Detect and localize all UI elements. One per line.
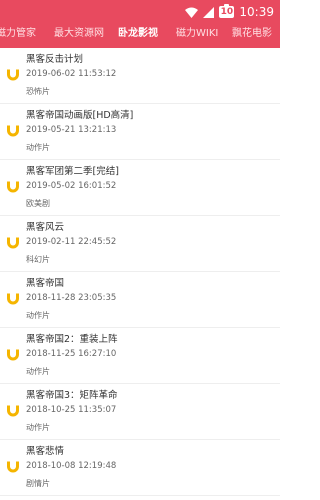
list-item[interactable]: 黑客军团第二季[完结] 2019-05-02 16:01:52 欧美剧 (0, 160, 280, 216)
item-title: 黑客帝国 (26, 278, 65, 289)
magnet-icon (7, 179, 19, 193)
list-item[interactable]: 黑客悲情 2018-10-08 12:19:48 剧情片 (0, 440, 280, 496)
tab-max-resource[interactable]: 最大资源网 (54, 24, 104, 48)
list-item[interactable]: 黑客帝国3：矩阵革命 2018-10-25 11:35:07 动作片 (0, 384, 280, 440)
item-genre: 欧美剧 (26, 199, 50, 208)
list-item[interactable]: 黑客反击计划 2019-06-02 11:53:12 恐怖片 (0, 48, 280, 104)
item-genre: 动作片 (26, 367, 50, 376)
item-genre: 动作片 (26, 423, 50, 432)
magnet-icon (7, 123, 19, 137)
item-title: 黑客帝国2：重装上阵 (26, 334, 118, 345)
magnet-icon (7, 459, 19, 473)
item-title: 黑客军团第二季[完结] (26, 166, 119, 177)
tab-magnet-wiki[interactable]: 磁力WIKI (176, 24, 218, 48)
magnet-icon (7, 67, 19, 81)
item-date: 2018-10-08 12:19:48 (26, 461, 117, 471)
tab-wolong-video[interactable]: 卧龙影视 (118, 24, 158, 48)
magnet-icon (7, 347, 19, 361)
item-date: 2018-11-25 16:27:10 (26, 349, 117, 359)
list-item[interactable]: 黑客帝国 2018-11-28 23:05:35 动作片 (0, 272, 280, 328)
list-item[interactable]: 黑客帝国动画版[HD高清] 2019-05-21 13:21:13 动作片 (0, 104, 280, 160)
item-title: 黑客帝国3：矩阵革命 (26, 390, 118, 401)
status-bar: 10 10:39 (0, 0, 280, 24)
result-list: 黑客反击计划 2019-06-02 11:53:12 恐怖片 黑客帝国动画版[H… (0, 48, 280, 500)
battery-level: 10 (220, 7, 234, 17)
item-title: 黑客反击计划 (26, 54, 84, 65)
item-genre: 剧情片 (26, 479, 50, 488)
tab-bar: 磁力管家 最大资源网 卧龙影视 磁力WIKI 飘花电影 (0, 24, 280, 48)
item-genre: 恐怖片 (26, 87, 50, 96)
list-item[interactable]: 黑客风云 2019-02-11 22:45:52 科幻片 (0, 216, 280, 272)
item-date: 2019-05-21 13:21:13 (26, 125, 117, 135)
magnet-icon (7, 291, 19, 305)
status-time: 10:39 (239, 5, 274, 19)
item-date: 2018-11-28 23:05:35 (26, 293, 117, 303)
battery-icon: 10 (219, 4, 235, 18)
signal-icon (203, 6, 215, 18)
item-title: 黑客悲情 (26, 446, 65, 457)
item-title: 黑客帝国动画版[HD高清] (26, 110, 134, 121)
item-title: 黑客风云 (26, 222, 65, 233)
magnet-icon (7, 403, 19, 417)
tab-magnet-manager[interactable]: 磁力管家 (0, 24, 36, 48)
item-genre: 科幻片 (26, 255, 50, 264)
item-date: 2019-02-11 22:45:52 (26, 237, 117, 247)
wifi-icon (185, 7, 199, 18)
tab-piaohua-movie[interactable]: 飘花电影 (232, 24, 272, 48)
item-genre: 动作片 (26, 311, 50, 320)
magnet-icon (7, 235, 19, 249)
item-genre: 动作片 (26, 143, 50, 152)
item-date: 2019-05-02 16:01:52 (26, 181, 117, 191)
item-date: 2019-06-02 11:53:12 (26, 69, 117, 79)
list-item[interactable]: 黑客帝国2：重装上阵 2018-11-25 16:27:10 动作片 (0, 328, 280, 384)
item-date: 2018-10-25 11:35:07 (26, 405, 117, 415)
